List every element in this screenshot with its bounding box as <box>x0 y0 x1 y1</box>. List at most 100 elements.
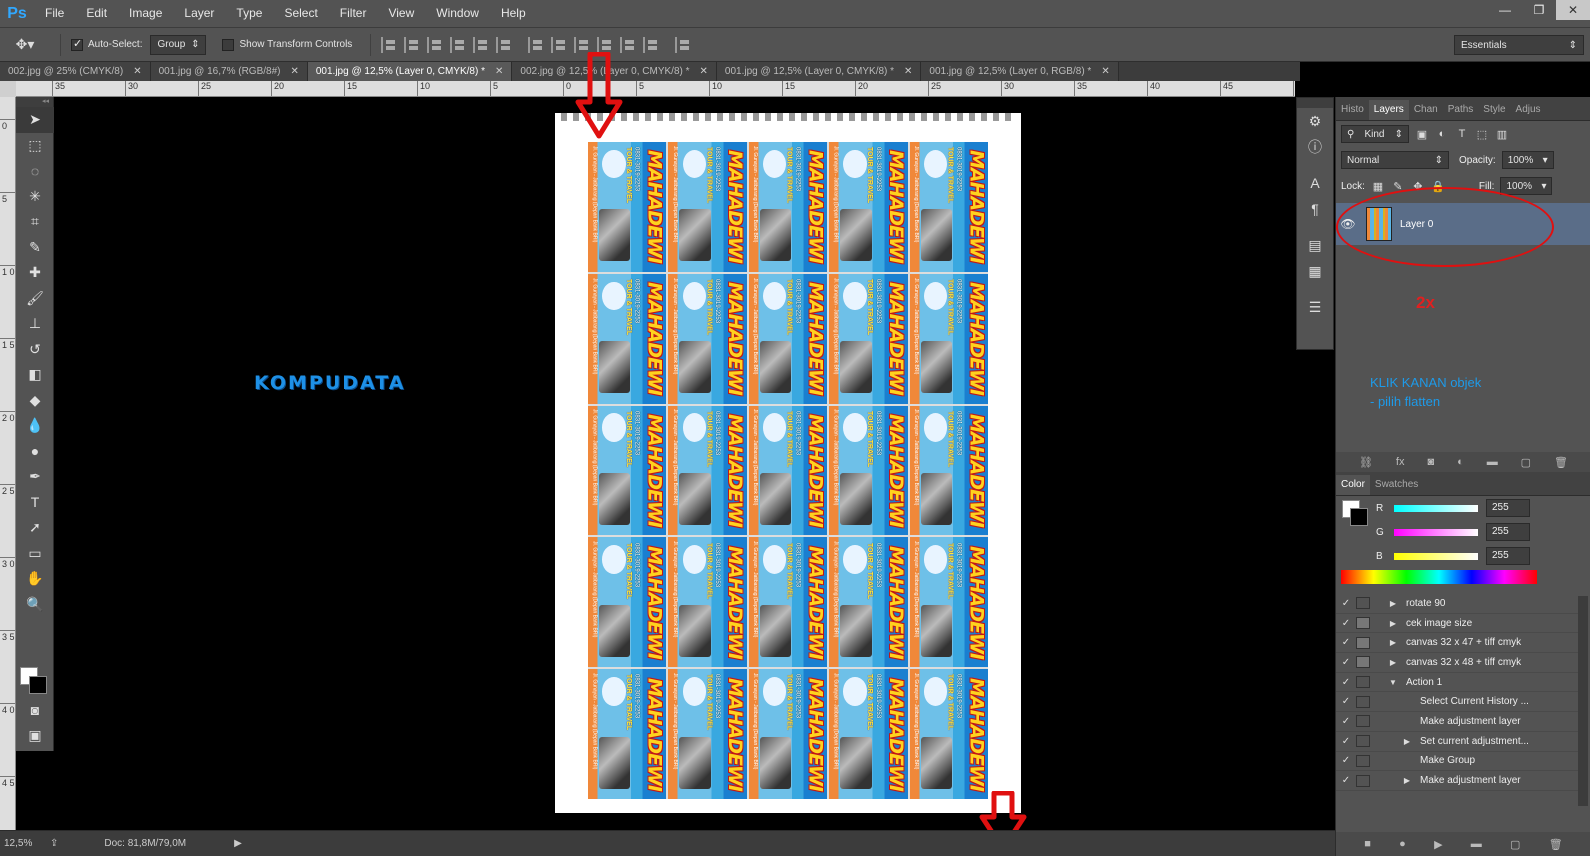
menu-filter[interactable]: Filter <box>329 0 378 27</box>
tab-history[interactable]: Histo <box>1336 100 1369 120</box>
distribute-bottom-icon[interactable] <box>574 36 590 53</box>
filter-shape-icon[interactable]: ⬚ <box>1475 127 1489 141</box>
close-tab-icon[interactable]: ✕ <box>133 66 141 77</box>
healing-brush-tool-icon[interactable]: ✚ <box>16 260 54 286</box>
auto-select-checkbox[interactable]: Auto-Select: <box>71 37 142 51</box>
red-slider[interactable] <box>1394 504 1478 512</box>
character-panel-icon[interactable]: A <box>1297 170 1333 196</box>
new-group-icon[interactable]: ▬ <box>1487 456 1498 468</box>
menu-select[interactable]: Select <box>273 0 328 27</box>
action-row[interactable]: ✓ ▶ Set current adjustment... <box>1336 732 1579 752</box>
tab-swatches[interactable]: Swatches <box>1370 475 1423 495</box>
menu-layer[interactable]: Layer <box>173 0 225 27</box>
action-toggle-icon[interactable]: ✓ <box>1336 657 1356 668</box>
dialog-toggle-icon[interactable] <box>1356 676 1370 689</box>
kind-filter-dropdown[interactable]: ⚲ Kind ⇕ <box>1341 125 1409 143</box>
tool-presets-icon[interactable]: ☰ <box>1297 294 1333 320</box>
expand-triangle-icon[interactable]: ▶ <box>1386 658 1400 667</box>
blur-tool-icon[interactable]: 💧 <box>16 413 54 439</box>
paint-bucket-tool-icon[interactable]: ◆ <box>16 388 54 414</box>
horizontal-ruler[interactable]: 353025201510505101520253035404550556065 <box>16 81 1295 97</box>
restore-button[interactable]: ❐ <box>1522 0 1556 20</box>
new-set-icon[interactable]: ▬ <box>1471 838 1482 850</box>
background-color-swatch[interactable] <box>29 676 47 694</box>
action-toggle-icon[interactable]: ✓ <box>1336 755 1356 766</box>
close-button[interactable]: ✕ <box>1556 0 1590 20</box>
checkbox-checked-icon[interactable] <box>71 37 83 51</box>
filter-adjustment-icon[interactable]: ◐ <box>1435 127 1449 141</box>
tab-channels[interactable]: Chan <box>1409 100 1443 120</box>
green-slider[interactable] <box>1394 528 1478 536</box>
action-toggle-icon[interactable]: ✓ <box>1336 696 1356 707</box>
ruler-corner[interactable] <box>0 81 16 97</box>
workspace-dropdown[interactable]: Essentials ⇕ <box>1454 35 1584 55</box>
rectangle-tool-icon[interactable]: ▭ <box>16 541 54 567</box>
stop-icon[interactable]: ■ <box>1364 838 1371 850</box>
green-value-field[interactable]: 255 <box>1486 523 1530 541</box>
status-share-icon[interactable]: ⇪ <box>50 838 58 849</box>
action-row[interactable]: ✓ Make adjustment layer <box>1336 712 1579 732</box>
align-hcenter-icon[interactable] <box>473 36 489 53</box>
path-selection-tool-icon[interactable]: ➚ <box>16 515 54 541</box>
action-toggle-icon[interactable]: ✓ <box>1336 637 1356 648</box>
layer-style-icon[interactable]: fx <box>1396 456 1405 468</box>
align-bottom-icon[interactable] <box>427 36 443 53</box>
link-layers-icon[interactable]: ⛓ <box>1359 456 1373 469</box>
delete-layer-icon[interactable]: 🗑 <box>1554 456 1568 469</box>
new-action-icon[interactable]: ▢ <box>1510 838 1520 851</box>
close-tab-icon[interactable]: ✕ <box>495 66 503 77</box>
action-row[interactable]: ✓ ▶ canvas 32 x 47 + tiff cmyk <box>1336 633 1579 654</box>
expand-triangle-icon[interactable]: ▶ <box>1386 619 1400 628</box>
action-row[interactable]: ✓ ▶ rotate 90 <box>1336 594 1579 614</box>
menu-image[interactable]: Image <box>118 0 173 27</box>
eyedropper-tool-icon[interactable]: ✎ <box>16 235 54 261</box>
align-left-icon[interactable] <box>450 36 466 53</box>
adjustment-layer-icon[interactable]: ◐ <box>1457 456 1464 468</box>
action-toggle-icon[interactable]: ✓ <box>1336 618 1356 629</box>
tab-layers[interactable]: Layers <box>1368 100 1409 120</box>
zoom-tool-icon[interactable]: 🔍 <box>16 592 54 618</box>
dialog-toggle-icon[interactable] <box>1356 754 1370 767</box>
brush-tool-icon[interactable]: 🖌 <box>16 286 54 312</box>
action-toggle-icon[interactable]: ✓ <box>1336 598 1356 609</box>
tab-adjustments[interactable]: Adjus <box>1511 100 1546 120</box>
paragraph-panel-icon[interactable]: ¶ <box>1297 196 1333 222</box>
expand-triangle-icon[interactable]: ▶ <box>1400 737 1414 746</box>
blue-value-field[interactable]: 255 <box>1486 547 1530 565</box>
move-tool-icon[interactable]: ✥▾ <box>0 33 50 57</box>
fill-field[interactable]: 100% ▾ <box>1500 177 1553 195</box>
clone-stamp-tool-icon[interactable]: ⊥ <box>16 311 54 337</box>
auto-select-target-dropdown[interactable]: Group ⇕ <box>150 34 207 55</box>
screen-mode-icon[interactable]: ▣ <box>16 723 54 749</box>
distribute-left-icon[interactable] <box>597 36 613 53</box>
action-row[interactable]: ✓ Select Current History ... <box>1336 692 1579 713</box>
magic-wand-tool-icon[interactable]: ✳ <box>16 184 54 210</box>
action-toggle-icon[interactable]: ✓ <box>1336 716 1356 727</box>
doc-tab[interactable]: 001.jpg @ 12,5% (Layer 0, RGB/8) * ✕ <box>921 62 1119 81</box>
filter-type-icon[interactable]: T <box>1455 127 1469 141</box>
doc-tab-active[interactable]: 001.jpg @ 12,5% (Layer 0, CMYK/8) * ✕ <box>307 62 513 81</box>
dialog-toggle-icon[interactable] <box>1356 597 1370 610</box>
record-icon[interactable]: ● <box>1399 838 1406 850</box>
action-toggle-icon[interactable]: ✓ <box>1336 677 1356 688</box>
doc-tab[interactable]: 001.jpg @ 12,5% (Layer 0, CMYK/8) * ✕ <box>716 62 922 81</box>
close-tab-icon[interactable]: ✕ <box>700 66 708 77</box>
hand-tool-icon[interactable]: ✋ <box>16 566 54 592</box>
action-toggle-icon[interactable]: ✓ <box>1336 736 1356 747</box>
zoom-level[interactable]: 12,5% <box>0 838 44 849</box>
quick-mask-icon[interactable]: ◙ <box>16 697 54 723</box>
dialog-toggle-icon[interactable] <box>1356 774 1370 787</box>
dialog-toggle-icon[interactable] <box>1356 636 1370 649</box>
dialog-toggle-icon[interactable] <box>1356 715 1370 728</box>
add-mask-icon[interactable]: ◙ <box>1427 456 1434 468</box>
filter-smart-object-icon[interactable]: ▥ <box>1495 127 1509 141</box>
dialog-toggle-icon[interactable] <box>1356 656 1370 669</box>
brush-presets-icon[interactable]: ▤ <box>1297 232 1333 258</box>
move-tool-icon[interactable]: ➤ <box>16 107 54 133</box>
doc-tab[interactable]: 002.jpg @ 25% (CMYK/8) ✕ <box>0 62 151 81</box>
filter-pixel-icon[interactable]: ▣ <box>1415 127 1429 141</box>
crop-tool-icon[interactable]: ⌗ <box>16 209 54 235</box>
dialog-toggle-icon[interactable] <box>1356 617 1370 630</box>
action-row[interactable]: ✓ ▶ Make adjustment layer <box>1336 771 1579 791</box>
marquee-tool-icon[interactable]: ⬚ <box>16 133 54 159</box>
